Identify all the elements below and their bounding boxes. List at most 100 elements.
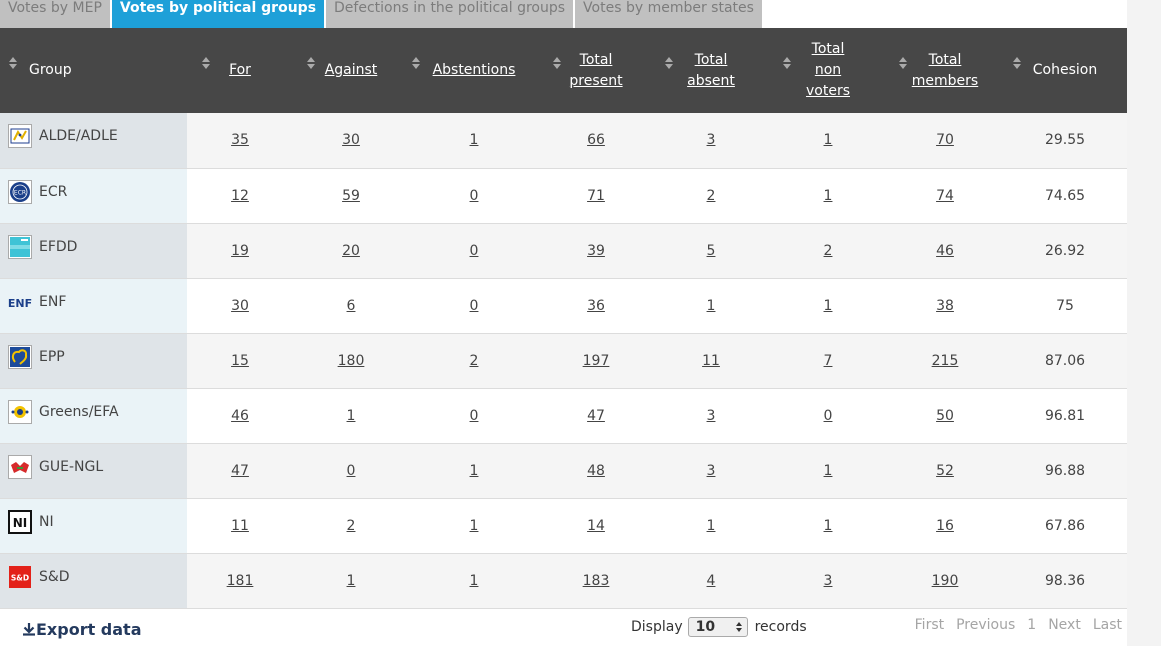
abstentions-count-link[interactable]: 2 [470, 353, 479, 369]
total-non-voters-link[interactable]: 1 [824, 132, 833, 148]
for-count-link[interactable]: 35 [231, 132, 249, 148]
total-present-link[interactable]: 36 [587, 298, 605, 314]
against-count-link[interactable]: 1 [347, 408, 356, 424]
total-absent-link[interactable]: 2 [707, 188, 716, 204]
table-row: Greens/EFA 46 1 0 47 3 0 50 96.81 [0, 388, 1127, 444]
against-count-link[interactable]: 30 [342, 132, 360, 148]
total-absent-link[interactable]: 3 [707, 132, 716, 148]
table-row: EFDD 19 20 0 39 5 2 46 26.92 [0, 223, 1127, 279]
svg-text:ECR: ECR [14, 189, 26, 196]
pager-next[interactable]: Next [1048, 617, 1081, 633]
column-header-against[interactable]: Against [293, 28, 409, 113]
total-non-voters-link[interactable]: 0 [824, 408, 833, 424]
against-count-link[interactable]: 180 [338, 353, 365, 369]
for-count-link[interactable]: 30 [231, 298, 249, 314]
for-count-link[interactable]: 12 [231, 188, 249, 204]
for-count-link[interactable]: 11 [231, 518, 249, 534]
total-members-link[interactable]: 74 [936, 188, 954, 204]
total-members-link[interactable]: 46 [936, 243, 954, 259]
abstentions-count-link[interactable]: 0 [470, 298, 479, 314]
against-count-link[interactable]: 2 [347, 518, 356, 534]
sort-icon [783, 57, 791, 69]
for-count-link[interactable]: 47 [231, 463, 249, 479]
total-absent-link[interactable]: 11 [702, 353, 720, 369]
total-absent-link[interactable]: 3 [707, 463, 716, 479]
total-present-link[interactable]: 197 [583, 353, 610, 369]
total-non-voters-link[interactable]: 1 [824, 188, 833, 204]
column-header-cohesion[interactable]: Cohesion [1003, 28, 1127, 113]
total-members-link[interactable]: 215 [932, 353, 959, 369]
column-header-total-present[interactable]: Total present [539, 28, 653, 113]
against-count-link[interactable]: 6 [347, 298, 356, 314]
enf-logo-icon: ENF [8, 290, 32, 314]
abstentions-count-link[interactable]: 1 [470, 463, 479, 479]
total-present-link[interactable]: 47 [587, 408, 605, 424]
column-header-for[interactable]: For [187, 28, 293, 113]
total-members-link[interactable]: 50 [936, 408, 954, 424]
abstentions-count-link[interactable]: 0 [470, 188, 479, 204]
total-absent-link[interactable]: 1 [707, 518, 716, 534]
cohesion-value: 67.86 [1044, 517, 1086, 534]
abstentions-count-link[interactable]: 0 [470, 408, 479, 424]
abstentions-count-link[interactable]: 1 [470, 132, 479, 148]
abstentions-count-link[interactable]: 1 [470, 518, 479, 534]
total-present-link[interactable]: 71 [587, 188, 605, 204]
for-count-link[interactable]: 19 [231, 243, 249, 259]
against-count-link[interactable]: 1 [347, 573, 356, 589]
sort-icon [202, 57, 210, 69]
group-name: Greens/EFA [39, 403, 119, 420]
total-non-voters-link[interactable]: 1 [824, 298, 833, 314]
total-non-voters-link[interactable]: 3 [824, 573, 833, 589]
against-count-link[interactable]: 0 [347, 463, 356, 479]
against-count-link[interactable]: 20 [342, 243, 360, 259]
total-absent-link[interactable]: 4 [707, 573, 716, 589]
total-present-link[interactable]: 48 [587, 463, 605, 479]
cohesion-value: 98.36 [1044, 572, 1086, 589]
against-count-link[interactable]: 59 [342, 188, 360, 204]
total-members-link[interactable]: 16 [936, 518, 954, 534]
group-cell: NI NI [0, 498, 187, 554]
total-non-voters-link[interactable]: 1 [824, 463, 833, 479]
total-present-link[interactable]: 14 [587, 518, 605, 534]
group-name: EPP [39, 348, 65, 365]
cohesion-value: 74.65 [1044, 187, 1086, 204]
column-header-abstentions[interactable]: Abstentions [409, 28, 539, 113]
pager-first[interactable]: First [915, 617, 944, 633]
total-non-voters-link[interactable]: 2 [824, 243, 833, 259]
table-row: S&D S&D 181 1 1 183 4 3 190 98.36 [0, 553, 1127, 609]
total-present-link[interactable]: 66 [587, 132, 605, 148]
column-header-total-members[interactable]: Total members [887, 28, 1003, 113]
total-members-link[interactable]: 70 [936, 132, 954, 148]
column-header-total-non-voters[interactable]: Total non voters [769, 28, 887, 113]
pager-page-1[interactable]: 1 [1027, 617, 1036, 633]
total-absent-link[interactable]: 5 [707, 243, 716, 259]
total-absent-link[interactable]: 3 [707, 408, 716, 424]
column-header-group[interactable]: Group [0, 28, 187, 113]
pager-last[interactable]: Last [1093, 617, 1122, 633]
total-members-link[interactable]: 38 [936, 298, 954, 314]
export-data-button[interactable]: Export data [22, 620, 142, 639]
tab-votes-by-member-states[interactable]: Votes by member states [575, 0, 762, 28]
tab-defections-in-political-groups[interactable]: Defections in the political groups [326, 0, 574, 28]
page-size-control: Display 10 records [631, 617, 807, 637]
group-cell: S&D S&D [0, 553, 187, 609]
for-count-link[interactable]: 181 [227, 573, 254, 589]
total-non-voters-link[interactable]: 1 [824, 518, 833, 534]
total-absent-link[interactable]: 1 [707, 298, 716, 314]
for-count-link[interactable]: 15 [231, 353, 249, 369]
records-per-page-select[interactable]: 10 [687, 617, 748, 637]
group-name: ENF [39, 293, 67, 310]
tab-votes-by-political-groups[interactable]: Votes by political groups [111, 0, 325, 28]
total-members-link[interactable]: 190 [932, 573, 959, 589]
total-members-link[interactable]: 52 [936, 463, 954, 479]
for-count-link[interactable]: 46 [231, 408, 249, 424]
abstentions-count-link[interactable]: 0 [470, 243, 479, 259]
abstentions-count-link[interactable]: 1 [470, 573, 479, 589]
column-header-total-absent[interactable]: Total absent [653, 28, 769, 113]
tab-votes-by-mep[interactable]: Votes by MEP [0, 0, 110, 28]
ecr-logo-icon: ECR [8, 179, 32, 204]
total-present-link[interactable]: 183 [583, 573, 610, 589]
total-present-link[interactable]: 39 [587, 243, 605, 259]
total-non-voters-link[interactable]: 7 [824, 353, 833, 369]
pager-previous[interactable]: Previous [956, 617, 1015, 633]
